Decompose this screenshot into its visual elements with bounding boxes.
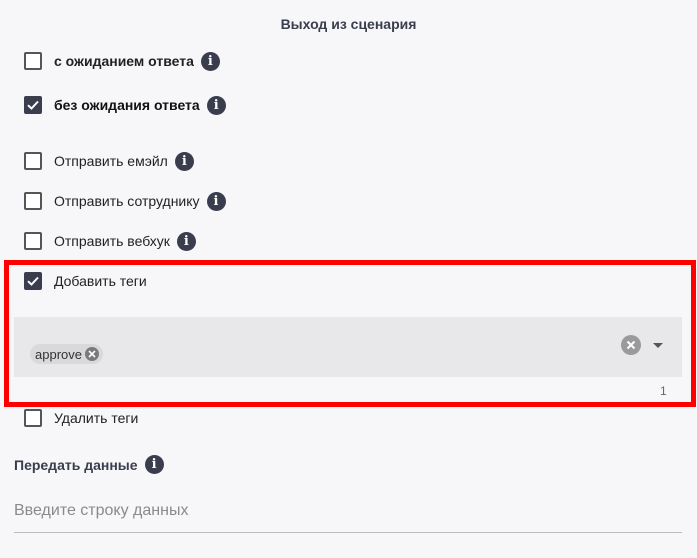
pass-data-label: Передать данные (14, 456, 138, 473)
option-label: Удалить теги (54, 410, 139, 426)
info-icon[interactable]: i (174, 151, 194, 171)
option-without-wait[interactable]: без ожидания ответа i (24, 94, 226, 116)
checkbox[interactable] (24, 272, 42, 290)
tag-chip[interactable]: approve (30, 344, 103, 364)
pass-data-label-row: Передать данные i (14, 455, 164, 474)
option-with-wait[interactable]: с ожиданием ответа i (24, 50, 220, 72)
clear-icon[interactable] (621, 335, 641, 355)
checkbox[interactable] (24, 192, 42, 210)
info-icon[interactable]: i (144, 455, 164, 474)
option-label: Добавить теги (54, 273, 147, 289)
tag-counter: 1 (660, 384, 667, 398)
section-title: Выход из сценария (280, 16, 417, 32)
tags-select[interactable]: approve (14, 317, 682, 377)
option-label: Отправить сотруднику (54, 193, 200, 209)
checkbox[interactable] (24, 232, 42, 250)
checkmark-icon (27, 276, 39, 286)
checkbox[interactable] (24, 96, 42, 114)
info-icon[interactable]: i (200, 51, 220, 71)
checkbox[interactable] (24, 52, 42, 70)
checkbox[interactable] (24, 409, 42, 427)
option-send-webhook[interactable]: Отправить вебхук i (24, 230, 196, 252)
option-label: Отправить емэйл (54, 153, 168, 169)
info-icon[interactable]: i (176, 231, 196, 251)
checkbox[interactable] (24, 152, 42, 170)
option-add-tags[interactable]: Добавить теги (24, 270, 147, 292)
data-string-input[interactable] (14, 490, 682, 533)
option-label: с ожиданием ответа (54, 53, 194, 69)
chevron-down-icon[interactable] (653, 343, 663, 348)
tag-chip-label: approve (35, 346, 82, 362)
info-icon[interactable]: i (206, 95, 226, 115)
checkmark-icon (27, 100, 39, 110)
option-label: без ожидания ответа (54, 97, 200, 113)
option-label: Отправить вебхук (54, 233, 170, 249)
option-remove-tags[interactable]: Удалить теги (24, 407, 138, 429)
info-icon[interactable]: i (206, 191, 226, 211)
remove-chip-icon[interactable] (84, 347, 99, 361)
option-send-employee[interactable]: Отправить сотруднику i (24, 190, 226, 212)
option-send-email[interactable]: Отправить емэйл i (24, 150, 194, 172)
